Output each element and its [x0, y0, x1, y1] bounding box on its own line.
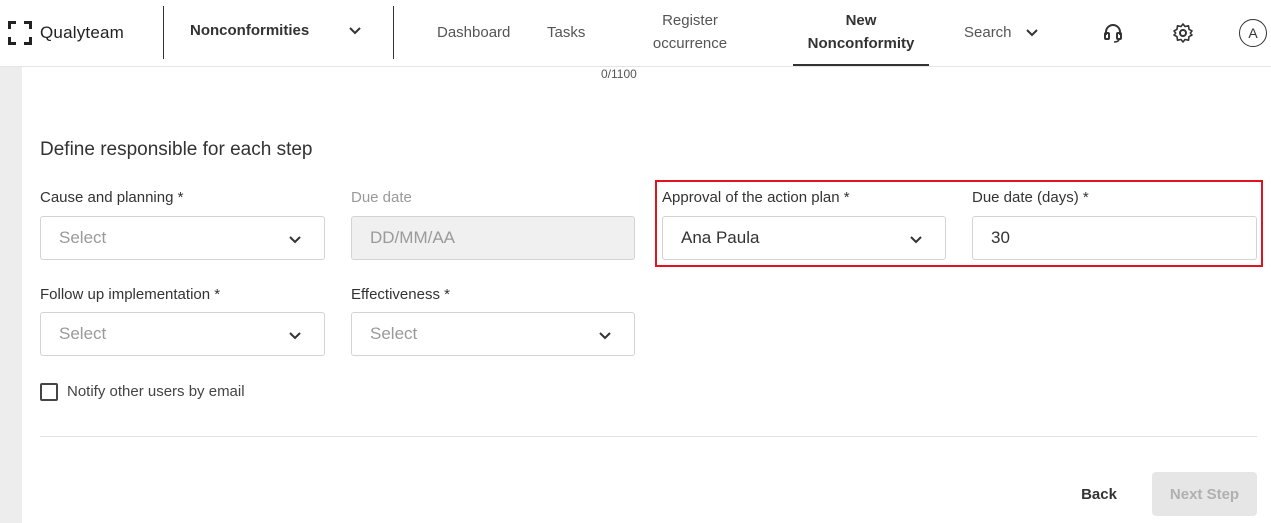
next-step-button[interactable]: Next Step — [1152, 472, 1257, 516]
back-button[interactable]: Back — [1072, 472, 1126, 516]
cause-planning-label: Cause and planning * — [40, 189, 184, 206]
divider — [40, 436, 1257, 437]
nav-search[interactable]: Search — [964, 21, 1012, 44]
left-gutter — [0, 67, 22, 523]
chevron-down-icon — [288, 232, 302, 252]
logo-mark-icon — [8, 21, 32, 45]
chevron-down-icon — [288, 328, 302, 348]
character-counter: 0/1100 — [601, 67, 637, 81]
nav-new-nonconformity[interactable]: New Nonconformity — [800, 9, 922, 55]
effectiveness-placeholder: Select — [370, 324, 418, 343]
gear-icon[interactable] — [1170, 20, 1196, 46]
nav-dashboard[interactable]: Dashboard — [437, 21, 510, 44]
highlight-box — [655, 180, 1263, 267]
nav-tasks[interactable]: Tasks — [547, 21, 585, 44]
divider — [393, 6, 394, 59]
active-tab-indicator — [793, 64, 929, 66]
divider — [163, 6, 164, 59]
cause-planning-select[interactable]: Select — [40, 216, 325, 260]
section-title: Define responsible for each step — [40, 139, 313, 160]
due-date-placeholder: DD/MM/AA — [370, 228, 455, 247]
notify-checkbox-label[interactable]: Notify other users by email — [67, 383, 245, 400]
chevron-down-icon[interactable] — [348, 24, 362, 43]
follow-up-placeholder: Select — [59, 324, 107, 343]
cause-planning-placeholder: Select — [59, 228, 107, 247]
qualyteam-logo[interactable]: Qualyteam — [8, 20, 124, 46]
due-date-input: DD/MM/AA — [351, 216, 635, 260]
module-selector-label[interactable]: Nonconformities — [190, 22, 309, 39]
effectiveness-label: Effectiveness * — [351, 286, 450, 303]
nav-register-occurrence[interactable]: Register occurrence — [645, 9, 735, 55]
chevron-down-icon — [598, 328, 612, 348]
due-date-label: Due date — [351, 189, 412, 206]
user-avatar[interactable]: A — [1239, 19, 1267, 47]
effectiveness-select[interactable]: Select — [351, 312, 635, 356]
chevron-down-icon[interactable] — [1025, 26, 1039, 45]
follow-up-select[interactable]: Select — [40, 312, 325, 356]
top-navigation-bar: Qualyteam Nonconformities Dashboard Task… — [0, 0, 1271, 67]
logo-text: Qualyteam — [40, 23, 125, 42]
notify-checkbox[interactable] — [40, 383, 58, 401]
follow-up-label: Follow up implementation * — [40, 286, 221, 303]
headset-icon[interactable] — [1100, 20, 1126, 46]
